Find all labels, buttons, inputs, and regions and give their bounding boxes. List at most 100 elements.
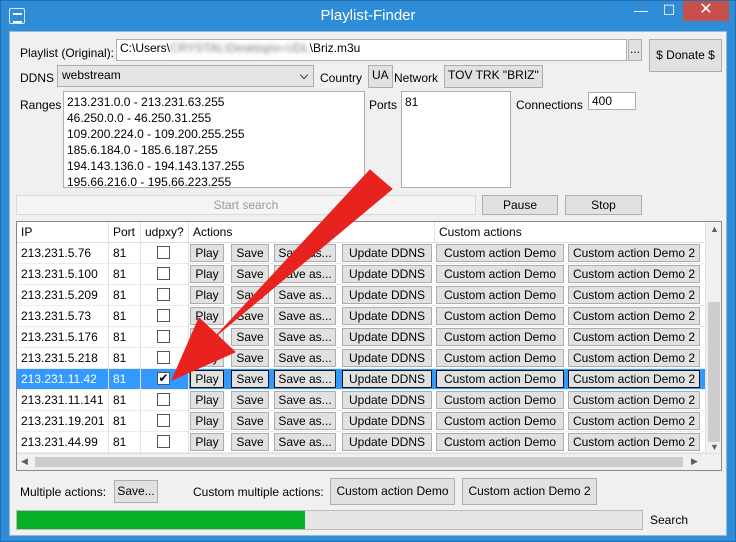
udpxy-checkbox[interactable] — [157, 393, 170, 406]
table-row[interactable]: 213.231.44.99 81 Play Save Save as... Update … — [17, 432, 707, 453]
update-ddns-button[interactable]: Update DDNS — [342, 265, 432, 283]
save-button[interactable]: Save — [231, 391, 269, 409]
column-header-actions[interactable]: Actions — [189, 222, 435, 243]
start-search-button[interactable]: Start search — [16, 195, 476, 215]
update-ddns-button[interactable]: Update DDNS — [342, 328, 432, 346]
custom-action-demo-button[interactable]: Custom action Demo — [436, 433, 564, 451]
custom-action-demo-button[interactable]: Custom action Demo — [436, 412, 564, 430]
table-row[interactable]: 213.231.11.141 81 Play Save Save as... Update… — [17, 390, 707, 411]
play-button[interactable]: Play — [190, 433, 224, 451]
update-ddns-button[interactable]: Update DDNS — [342, 433, 432, 451]
table-row[interactable]: 213.231.5.218 81 Play Save Save as... Update … — [17, 348, 707, 369]
column-header-udpxy[interactable]: udpxy? — [141, 222, 189, 243]
horizontal-scrollbar[interactable]: ◀ ▶ — [17, 453, 721, 470]
donate-button[interactable]: $ Donate $ — [649, 39, 722, 72]
range-item[interactable]: 213.231.0.0 - 213.231.63.255 — [67, 94, 361, 110]
play-button[interactable]: Play — [190, 370, 224, 388]
table-row[interactable]: 213.231.5.100 81 Play Save Save as... Update … — [17, 264, 707, 285]
play-button[interactable]: Play — [190, 286, 224, 304]
results-grid[interactable]: IP Port udpxy? Actions Custom actions 21… — [16, 221, 722, 471]
stop-button[interactable]: Stop — [565, 195, 642, 215]
title-bar[interactable]: Playlist-Finder — ☐ ✕ — [1, 1, 735, 31]
save-as-button[interactable]: Save as... — [274, 370, 336, 388]
udpxy-checkbox[interactable] — [157, 330, 170, 343]
custom-action-demo-2-button[interactable]: Custom action Demo 2 — [568, 391, 700, 409]
column-header-port[interactable]: Port — [109, 222, 141, 243]
udpxy-checkbox[interactable]: ✔ — [157, 372, 170, 385]
range-item[interactable]: 109.200.224.0 - 109.200.255.255 — [67, 126, 361, 142]
vertical-scrollbar[interactable]: ▲ ▼ — [705, 222, 721, 455]
custom-action-demo-button[interactable]: Custom action Demo — [436, 286, 564, 304]
custom-multiple-action-demo-2-button[interactable]: Custom action Demo 2 — [462, 478, 597, 505]
play-button[interactable]: Play — [190, 412, 224, 430]
save-as-button[interactable]: Save as... — [274, 265, 336, 283]
save-as-button[interactable]: Save as... — [274, 349, 336, 367]
udpxy-checkbox[interactable] — [157, 435, 170, 448]
custom-action-demo-2-button[interactable]: Custom action Demo 2 — [568, 328, 700, 346]
range-item[interactable]: 46.250.0.0 - 46.250.31.255 — [67, 110, 361, 126]
playlist-path-field[interactable]: C:\Users\CRYSTAL\Desktop\n-UDL\Briz.m3u — [116, 39, 627, 61]
multiple-save-button[interactable]: Save... — [114, 480, 158, 503]
custom-action-demo-2-button[interactable]: Custom action Demo 2 — [568, 307, 700, 325]
table-row[interactable]: 213.231.11.42 81 ✔ Play Save Save as... Update… — [17, 369, 707, 390]
minimize-button[interactable]: — — [627, 1, 655, 21]
table-row[interactable]: 213.231.5.176 81 Play Save Save as... Update … — [17, 327, 707, 348]
save-as-button[interactable]: Save as... — [274, 307, 336, 325]
play-button[interactable]: Play — [190, 307, 224, 325]
udpxy-checkbox[interactable] — [157, 309, 170, 322]
range-item[interactable]: 194.143.136.0 - 194.143.137.255 — [67, 158, 361, 174]
update-ddns-button[interactable]: Update DDNS — [342, 349, 432, 367]
save-as-button[interactable]: Save as... — [274, 391, 336, 409]
table-row[interactable]: 213.231.5.76 81 Play Save Save as... Update D… — [17, 243, 707, 264]
custom-multiple-action-demo-button[interactable]: Custom action Demo — [330, 478, 455, 505]
play-button[interactable]: Play — [190, 328, 224, 346]
column-header-custom-actions[interactable]: Custom actions — [435, 222, 707, 243]
update-ddns-button[interactable]: Update DDNS — [342, 412, 432, 430]
custom-action-demo-2-button[interactable]: Custom action Demo 2 — [568, 349, 700, 367]
ports-list[interactable]: 81 — [401, 91, 511, 188]
save-button[interactable]: Save — [231, 328, 269, 346]
vertical-scroll-thumb[interactable] — [708, 302, 720, 442]
custom-action-demo-2-button[interactable]: Custom action Demo 2 — [568, 244, 700, 262]
udpxy-checkbox[interactable] — [157, 351, 170, 364]
save-button[interactable]: Save — [231, 286, 269, 304]
scroll-down-icon[interactable]: ▼ — [710, 442, 719, 452]
port-item[interactable]: 81 — [405, 94, 507, 110]
udpxy-checkbox[interactable] — [157, 267, 170, 280]
custom-action-demo-2-button[interactable]: Custom action Demo 2 — [568, 433, 700, 451]
horizontal-scroll-thumb[interactable] — [35, 457, 683, 467]
custom-action-demo-2-button[interactable]: Custom action Demo 2 — [568, 265, 700, 283]
save-as-button[interactable]: Save as... — [274, 433, 336, 451]
range-item[interactable]: 185.6.184.0 - 185.6.187.255 — [67, 142, 361, 158]
custom-action-demo-button[interactable]: Custom action Demo — [436, 391, 564, 409]
custom-action-demo-2-button[interactable]: Custom action Demo 2 — [568, 370, 700, 388]
table-row[interactable]: 213.231.5.73 81 Play Save Save as... Update D… — [17, 306, 707, 327]
update-ddns-button[interactable]: Update DDNS — [342, 244, 432, 262]
custom-action-demo-2-button[interactable]: Custom action Demo 2 — [568, 412, 700, 430]
play-button[interactable]: Play — [190, 244, 224, 262]
update-ddns-button[interactable]: Update DDNS — [342, 307, 432, 325]
save-as-button[interactable]: Save as... — [274, 328, 336, 346]
custom-action-demo-button[interactable]: Custom action Demo — [436, 328, 564, 346]
save-button[interactable]: Save — [231, 307, 269, 325]
udpxy-checkbox[interactable] — [157, 246, 170, 259]
save-button[interactable]: Save — [231, 370, 269, 388]
range-item[interactable]: 195.66.216.0 - 195.66.223.255 — [67, 174, 361, 190]
play-button[interactable]: Play — [190, 349, 224, 367]
save-button[interactable]: Save — [231, 244, 269, 262]
column-header-ip[interactable]: IP — [17, 222, 109, 243]
pause-button[interactable]: Pause — [482, 195, 558, 215]
save-button[interactable]: Save — [231, 349, 269, 367]
scroll-up-icon[interactable]: ▲ — [710, 224, 719, 234]
udpxy-checkbox[interactable] — [157, 414, 170, 427]
save-button[interactable]: Save — [231, 412, 269, 430]
custom-action-demo-button[interactable]: Custom action Demo — [436, 349, 564, 367]
update-ddns-button[interactable]: Update DDNS — [342, 370, 432, 388]
close-button[interactable]: ✕ — [683, 1, 729, 21]
update-ddns-button[interactable]: Update DDNS — [342, 391, 432, 409]
custom-action-demo-button[interactable]: Custom action Demo — [436, 244, 564, 262]
browse-button[interactable]: ... — [628, 39, 642, 61]
maximize-button[interactable]: ☐ — [655, 1, 683, 21]
save-button[interactable]: Save — [231, 265, 269, 283]
save-as-button[interactable]: Save as... — [274, 412, 336, 430]
